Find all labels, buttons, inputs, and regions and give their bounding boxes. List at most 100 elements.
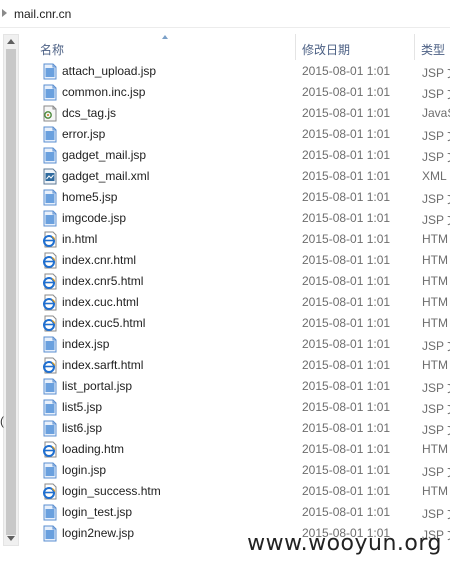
- file-modified-date: 2015-08-01 1:01: [302, 274, 391, 288]
- column-header-date[interactable]: 修改日期: [302, 41, 350, 58]
- file-modified-date: 2015-08-01 1:01: [302, 358, 391, 372]
- chevron-right-icon[interactable]: [2, 9, 7, 17]
- file-name[interactable]: gadget_mail.jsp: [62, 148, 146, 162]
- file-name[interactable]: common.inc.jsp: [62, 85, 145, 99]
- file-modified-date: 2015-08-01 1:01: [302, 64, 391, 78]
- file-name[interactable]: home5.jsp: [62, 190, 117, 204]
- file-modified-date: 2015-08-01 1:01: [302, 232, 391, 246]
- file-row[interactable]: index.cnr5.html 2015-08-01 1:01 HTM: [20, 271, 450, 292]
- file-row[interactable]: index.jsp 2015-08-01 1:01 JSP 文: [20, 334, 450, 355]
- column-header-name[interactable]: 名称: [40, 41, 64, 58]
- html-file-icon: [42, 357, 58, 374]
- file-modified-date: 2015-08-01 1:01: [302, 148, 391, 162]
- scroll-up-arrow-icon[interactable]: [7, 39, 15, 44]
- file-modified-date: 2015-08-01 1:01: [302, 295, 391, 309]
- file-type: HTM: [422, 295, 448, 309]
- file-name[interactable]: index.jsp: [62, 337, 109, 351]
- file-type: JSP 文: [422, 339, 450, 353]
- file-name[interactable]: error.jsp: [62, 127, 105, 141]
- file-name[interactable]: in.html: [62, 232, 97, 246]
- file-name[interactable]: index.cnr.html: [62, 253, 136, 267]
- file-list: attach_upload.jsp2015-08-01 1:01JSP 文com…: [20, 61, 450, 544]
- jsp-file-icon: [42, 462, 58, 479]
- column-divider[interactable]: [414, 34, 415, 60]
- file-row[interactable]: attach_upload.jsp 2015-08-01 1:01 JSP 文: [20, 61, 450, 82]
- file-name[interactable]: list_portal.jsp: [62, 379, 132, 393]
- file-name[interactable]: login.jsp: [62, 463, 106, 477]
- file-name[interactable]: list6.jsp: [62, 421, 102, 435]
- file-row[interactable]: in.html 2015-08-01 1:01 HTM: [20, 229, 450, 250]
- file-modified-date: 2015-08-01 1:01: [302, 253, 391, 267]
- html-file-icon: [42, 483, 58, 500]
- edge-text: (: [0, 414, 4, 428]
- html-file-icon: [42, 315, 58, 332]
- vertical-scrollbar[interactable]: [3, 34, 19, 546]
- file-type: JSP 文: [422, 87, 450, 101]
- file-modified-date: 2015-08-01 1:01: [302, 337, 391, 351]
- jsp-file-icon: [42, 504, 58, 521]
- sort-ascending-icon: [162, 35, 168, 39]
- file-name[interactable]: login_success.htm: [62, 484, 161, 498]
- file-modified-date: 2015-08-01 1:01: [302, 463, 391, 477]
- file-name[interactable]: gadget_mail.xml: [62, 169, 149, 183]
- file-row[interactable]: common.inc.jsp 2015-08-01 1:01 JSP 文: [20, 82, 450, 103]
- column-divider[interactable]: [295, 34, 296, 60]
- jsp-file-icon: [42, 84, 58, 101]
- file-row[interactable]: list5.jsp 2015-08-01 1:01 JSP 文: [20, 397, 450, 418]
- file-row[interactable]: loading.htm 2015-08-01 1:01 HTM: [20, 439, 450, 460]
- file-name[interactable]: index.sarft.html: [62, 358, 143, 372]
- file-row[interactable]: login_success.htm 2015-08-01 1:01 HTM: [20, 481, 450, 502]
- file-modified-date: 2015-08-01 1:01: [302, 127, 391, 141]
- watermark: www.wooyun.org: [247, 531, 442, 556]
- file-type: JSP 文: [422, 507, 450, 521]
- file-type: HTM: [422, 358, 448, 372]
- jsp-file-icon: [42, 126, 58, 143]
- jsp-file-icon: [42, 420, 58, 437]
- file-row[interactable]: dcs_tag.js 2015-08-01 1:01 JavaS: [20, 103, 450, 124]
- breadcrumb-path[interactable]: mail.cnr.cn: [14, 7, 71, 21]
- file-row[interactable]: index.cnr.html 2015-08-01 1:01 HTM: [20, 250, 450, 271]
- file-row[interactable]: index.cuc.html 2015-08-01 1:01 HTM: [20, 292, 450, 313]
- file-row[interactable]: login.jsp 2015-08-01 1:01 JSP 文: [20, 460, 450, 481]
- file-name[interactable]: dcs_tag.js: [62, 106, 116, 120]
- file-type: JSP 文: [422, 213, 450, 227]
- file-row[interactable]: index.cuc5.html 2015-08-01 1:01 HTM: [20, 313, 450, 334]
- file-type: JSP 文: [422, 150, 450, 164]
- file-row[interactable]: home5.jsp 2015-08-01 1:01 JSP 文: [20, 187, 450, 208]
- file-name[interactable]: index.cuc5.html: [62, 316, 145, 330]
- file-name[interactable]: index.cuc.html: [62, 295, 139, 309]
- jsp-file-icon: [42, 525, 58, 542]
- file-name[interactable]: login_test.jsp: [62, 505, 132, 519]
- file-row[interactable]: index.sarft.html 2015-08-01 1:01 HTM: [20, 355, 450, 376]
- file-row[interactable]: gadget_mail.xml 2015-08-01 1:01 XML: [20, 166, 450, 187]
- html-file-icon: [42, 294, 58, 311]
- file-modified-date: 2015-08-01 1:01: [302, 442, 391, 456]
- file-modified-date: 2015-08-01 1:01: [302, 85, 391, 99]
- scrollbar-thumb[interactable]: [6, 49, 16, 535]
- file-type: HTM: [422, 253, 448, 267]
- file-name[interactable]: index.cnr5.html: [62, 274, 143, 288]
- file-name[interactable]: imgcode.jsp: [62, 211, 126, 225]
- file-modified-date: 2015-08-01 1:01: [302, 421, 391, 435]
- file-name[interactable]: attach_upload.jsp: [62, 64, 156, 78]
- file-row[interactable]: login_test.jsp 2015-08-01 1:01 JSP 文: [20, 502, 450, 523]
- file-type: JSP 文: [422, 423, 450, 437]
- jsp-file-icon: [42, 399, 58, 416]
- file-row[interactable]: list_portal.jsp 2015-08-01 1:01 JSP 文: [20, 376, 450, 397]
- file-row[interactable]: gadget_mail.jsp 2015-08-01 1:01 JSP 文: [20, 145, 450, 166]
- file-row[interactable]: list6.jsp 2015-08-01 1:01 JSP 文: [20, 418, 450, 439]
- file-name[interactable]: list5.jsp: [62, 400, 102, 414]
- file-row[interactable]: error.jsp 2015-08-01 1:01 JSP 文: [20, 124, 450, 145]
- jsp-file-icon: [42, 189, 58, 206]
- scroll-down-arrow-icon[interactable]: [7, 536, 15, 541]
- file-type: JSP 文: [422, 129, 450, 143]
- jsp-file-icon: [42, 63, 58, 80]
- file-row[interactable]: imgcode.jsp 2015-08-01 1:01 JSP 文: [20, 208, 450, 229]
- file-modified-date: 2015-08-01 1:01: [302, 379, 391, 393]
- file-name[interactable]: login2new.jsp: [62, 526, 134, 540]
- jsp-file-icon: [42, 210, 58, 227]
- column-header-type[interactable]: 类型: [421, 41, 445, 58]
- file-type: JSP 文: [422, 66, 450, 80]
- html-file-icon: [42, 252, 58, 269]
- file-name[interactable]: loading.htm: [62, 442, 124, 456]
